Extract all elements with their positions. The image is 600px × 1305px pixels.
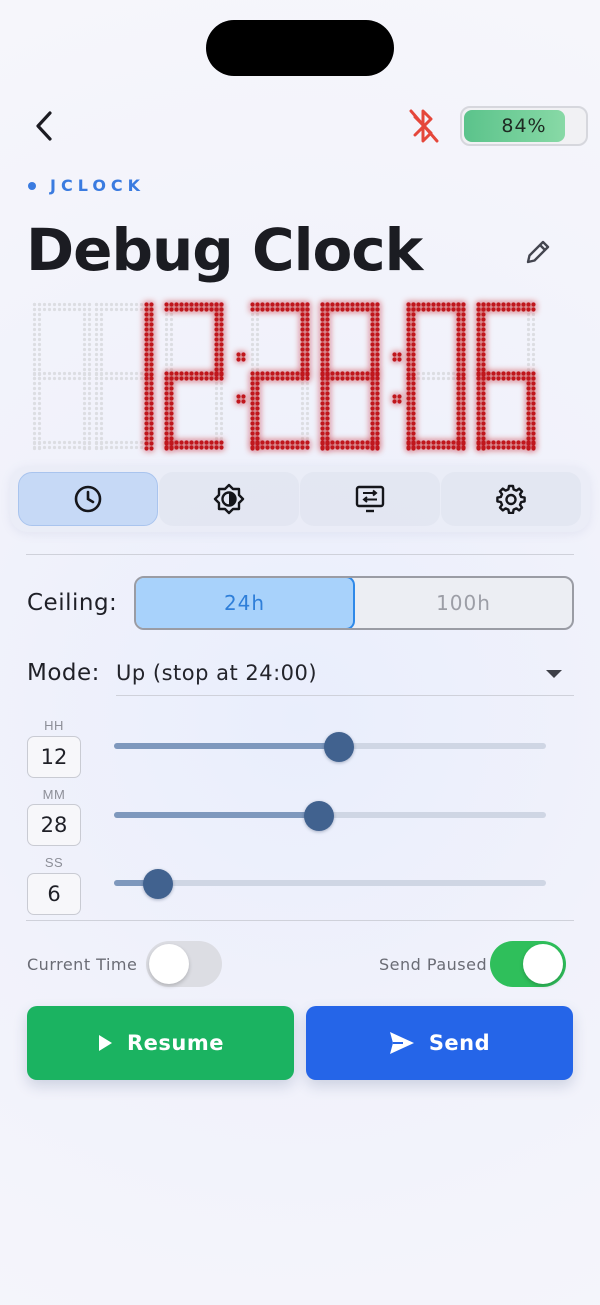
gear-icon: [496, 484, 526, 514]
send-paused-toggle[interactable]: [490, 941, 566, 987]
slider-thumb[interactable]: [142, 869, 173, 899]
seconds-label: SS: [44, 855, 64, 870]
led-digit-5: [476, 302, 536, 451]
battery-indicator: 84%: [460, 106, 588, 146]
tab-settings[interactable]: [441, 472, 581, 526]
hours-input[interactable]: 12: [27, 736, 81, 778]
brand-dot: [28, 181, 36, 190]
back-button[interactable]: [24, 104, 64, 148]
battery-percent-label: 84%: [501, 115, 547, 137]
send-label: Send: [428, 1031, 491, 1055]
seconds-slider[interactable]: [114, 869, 546, 899]
page-title: Debug Clock: [26, 216, 423, 284]
seconds-input[interactable]: 6: [27, 873, 81, 915]
current-time-toggle[interactable]: [146, 941, 222, 987]
send-paused-label: Send Paused: [379, 955, 488, 974]
led-digit-0: [144, 302, 154, 451]
minutes-input[interactable]: 28: [27, 804, 81, 846]
led-digit-ghost-0: [94, 302, 154, 451]
play-icon: [99, 1035, 112, 1051]
slider-track: [114, 880, 546, 886]
send-icon: [389, 1032, 414, 1054]
led-digit-ghost-2: [250, 302, 310, 451]
led-digit-4: [406, 302, 466, 451]
display-swap-icon: [355, 485, 385, 513]
toggle-knob: [149, 944, 189, 984]
ceiling-label: Ceiling:: [27, 590, 118, 616]
tab-display[interactable]: [300, 472, 440, 526]
led-clock-display: [32, 302, 536, 451]
clock-icon: [74, 485, 102, 513]
led-digit-1: [164, 302, 224, 451]
mode-label: Mode:: [27, 660, 100, 686]
section-divider: [26, 554, 574, 555]
led-digit-ghost-ghost-lead: [32, 302, 92, 451]
led-digit-ghost-1: [164, 302, 224, 451]
tab-bar: [10, 466, 590, 532]
led-digit-ghost-5: [476, 302, 536, 451]
chevron-left-icon: [36, 111, 52, 141]
led-colon-0: [236, 352, 246, 404]
led-colon-1: [392, 352, 402, 404]
minutes-label: MM: [42, 787, 66, 802]
hours-slider[interactable]: [114, 732, 546, 762]
ceiling-option-100h[interactable]: 100h: [355, 578, 572, 628]
dynamic-island: [206, 20, 394, 76]
brand-text: JCLOCK: [50, 176, 146, 195]
resume-button[interactable]: Resume: [27, 1006, 294, 1080]
chevron-down-icon: [546, 670, 562, 678]
mode-value: Up (stop at 24:00): [116, 660, 318, 685]
slider-fill: [114, 743, 340, 749]
led-digit-ghost-4: [406, 302, 466, 451]
brightness-icon: [213, 483, 245, 515]
slider-thumb[interactable]: [324, 732, 355, 762]
led-digit-3: [320, 302, 380, 451]
slider-thumb[interactable]: [304, 801, 335, 831]
mode-dropdown[interactable]: Up (stop at 24:00): [116, 650, 574, 696]
ceiling-selector: 24h 100h: [134, 576, 574, 630]
pencil-icon: [526, 240, 550, 264]
section-divider: [26, 920, 574, 921]
brand-label: JCLOCK: [28, 176, 145, 195]
current-time-label: Current Time: [27, 955, 138, 974]
toggle-knob: [523, 944, 563, 984]
led-digit-ghost-3: [320, 302, 380, 451]
tab-clock[interactable]: [18, 472, 158, 526]
hours-label: HH: [44, 718, 64, 733]
minutes-slider[interactable]: [114, 801, 546, 831]
slider-fill: [114, 812, 320, 818]
tab-brightness[interactable]: [159, 472, 299, 526]
send-button[interactable]: Send: [306, 1006, 573, 1080]
edit-title-button[interactable]: [520, 234, 556, 270]
bluetooth-disabled-icon[interactable]: [406, 106, 442, 146]
ceiling-option-24h[interactable]: 24h: [136, 578, 355, 628]
led-digit-2: [250, 302, 310, 451]
resume-label: Resume: [127, 1031, 224, 1055]
